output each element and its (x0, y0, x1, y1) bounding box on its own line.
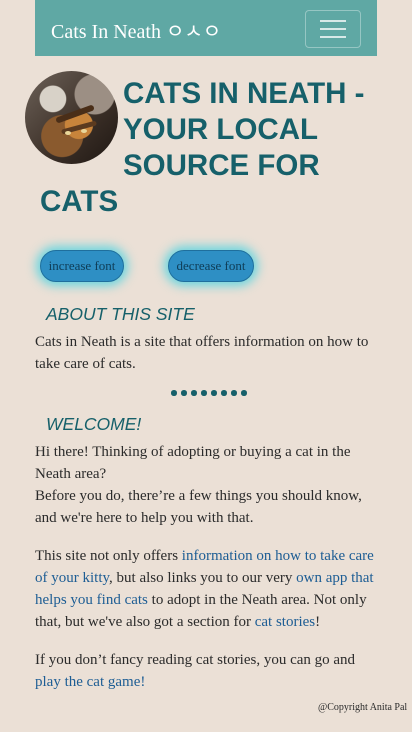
navbar: Cats In Neath ㅇㅅㅇ (35, 0, 377, 56)
cat-game-link[interactable]: play the cat game! (35, 674, 145, 690)
menu-toggle-button[interactable] (305, 10, 361, 48)
copyright-text: @Copyright Anita Pal (318, 702, 408, 713)
welcome-intro: Hi there! Thinking of adopting or buying… (35, 444, 362, 526)
increase-font-button[interactable]: increase font (40, 250, 124, 282)
brand-link[interactable]: Cats In Neath ㅇㅅㅇ (51, 15, 221, 44)
cat-stories-link[interactable]: cat stories (255, 614, 315, 630)
hamburger-icon-bar (320, 20, 346, 22)
welcome-info-paragraph: This site not only offers information on… (35, 548, 374, 630)
section-divider (171, 390, 247, 396)
decrease-font-button[interactable]: decrease font (168, 250, 254, 282)
game-paragraph: If you don’t fancy reading cat stories, … (35, 652, 356, 690)
welcome-heading: WELCOME! (46, 414, 142, 434)
about-text: Cats in Neath is a site that offers info… (35, 334, 369, 372)
hamburger-icon-bar (320, 28, 346, 30)
page-title: CATS IN NEATH - YOUR LOCAL SOURCE FOR CA… (40, 77, 365, 218)
hamburger-icon-bar (320, 36, 346, 38)
about-heading: ABOUT THIS SITE (46, 304, 195, 324)
